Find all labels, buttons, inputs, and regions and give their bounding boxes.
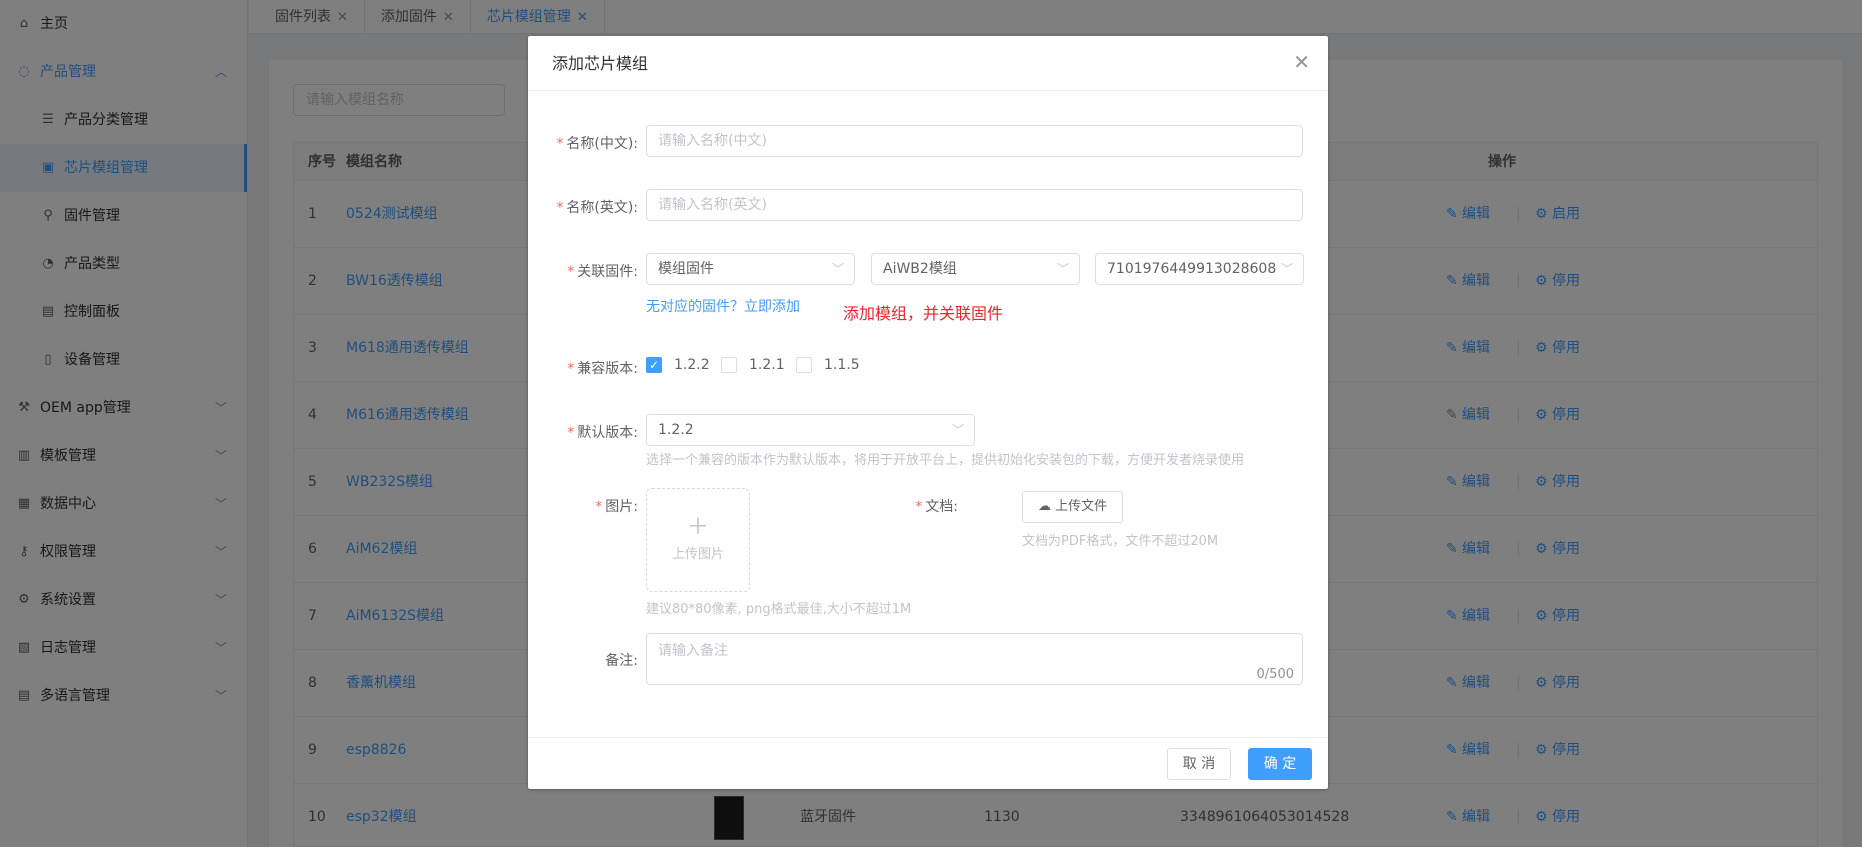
confirm-button[interactable]: 确 定 bbox=[1248, 748, 1312, 780]
add-firmware-link[interactable]: 无对应的固件？立即添加 bbox=[646, 296, 800, 316]
remark-label: 备注: bbox=[605, 653, 638, 669]
module-form: * 名称(中文): 请输入名称(中文) * 名称(英文): 请输入名称(英文) * 关… bbox=[528, 91, 1328, 738]
chevron-down-icon: ﹀ bbox=[831, 262, 844, 276]
app-root: ⌂主页◌产品管理︿☰产品分类管理▣芯片模组管理⚲固件管理◔产品类型▤控制面板▯设… bbox=[0, 0, 1862, 847]
chevron-down-icon: ﹀ bbox=[951, 423, 964, 437]
cancel-button[interactable]: 取 消 bbox=[1167, 748, 1231, 780]
char-count: 0/500 bbox=[1256, 667, 1294, 682]
module-select[interactable]: AiWB2模组 ﹀ bbox=[871, 253, 1080, 285]
doc-label: * 文档: bbox=[915, 499, 958, 515]
remark-textarea[interactable]: 请输入备注 0/500 bbox=[646, 633, 1303, 685]
versions-label: * 兼容版本: bbox=[567, 361, 638, 377]
version-label: 1.2.1 bbox=[749, 357, 785, 373]
chevron-down-icon: ﹀ bbox=[1280, 262, 1293, 276]
dialog-title: 添加芯片模组 bbox=[552, 54, 649, 73]
firmware-type-select[interactable]: 模组固件 ﹀ bbox=[646, 253, 855, 285]
version-checkbox[interactable]: ✓ bbox=[646, 357, 662, 373]
default-version-label: * 默认版本: bbox=[567, 425, 638, 441]
cloud-upload-icon: ☁ bbox=[1038, 499, 1051, 514]
version-checkbox[interactable] bbox=[721, 357, 737, 373]
name-cn-label: * 名称(中文): bbox=[556, 136, 638, 152]
name-en-input[interactable]: 请输入名称(英文) bbox=[646, 189, 1303, 221]
image-label: * 图片: bbox=[595, 499, 638, 515]
firmware-id-select[interactable]: 7101976449913028608 ﹀ bbox=[1095, 253, 1304, 285]
name-cn-input[interactable]: 请输入名称(中文) bbox=[646, 125, 1303, 157]
upload-image-text: 上传图片 bbox=[671, 547, 724, 562]
upload-file-button[interactable]: ☁ 上传文件 bbox=[1022, 491, 1124, 523]
dialog-footer: 取 消 确 定 bbox=[528, 737, 1328, 789]
default-version-select[interactable]: 1.2.2 ﹀ bbox=[646, 414, 975, 446]
default-version-hint: 选择一个兼容的版本作为默认版本，将用于开放平台上，提供初始化安装包的下载，方便开… bbox=[646, 453, 1245, 468]
dialog-header: 添加芯片模组 ✕ bbox=[528, 36, 1328, 91]
image-hint: 建议80*80像素, png格式最佳,大小不超过1M bbox=[646, 602, 912, 617]
firmware-label: * 关联固件: bbox=[567, 264, 638, 280]
annotation-text: 添加模组，并关联固件 bbox=[843, 304, 1004, 323]
plus-icon: ＋ bbox=[686, 515, 709, 540]
version-label: 1.2.2 bbox=[674, 357, 710, 373]
add-module-dialog: 添加芯片模组 ✕ * 名称(中文): 请输入名称(中文) * 名称(英文): 请输入… bbox=[528, 36, 1328, 789]
image-uploader[interactable]: ＋ 上传图片 bbox=[646, 488, 750, 592]
version-label: 1.1.5 bbox=[824, 357, 860, 373]
chevron-down-icon: ﹀ bbox=[1056, 262, 1069, 276]
doc-hint: 文档为PDF格式，文件不超过20M bbox=[1022, 534, 1219, 549]
close-icon[interactable]: ✕ bbox=[1293, 50, 1310, 74]
version-checkbox[interactable] bbox=[796, 357, 812, 373]
name-en-label: * 名称(英文): bbox=[556, 200, 638, 216]
